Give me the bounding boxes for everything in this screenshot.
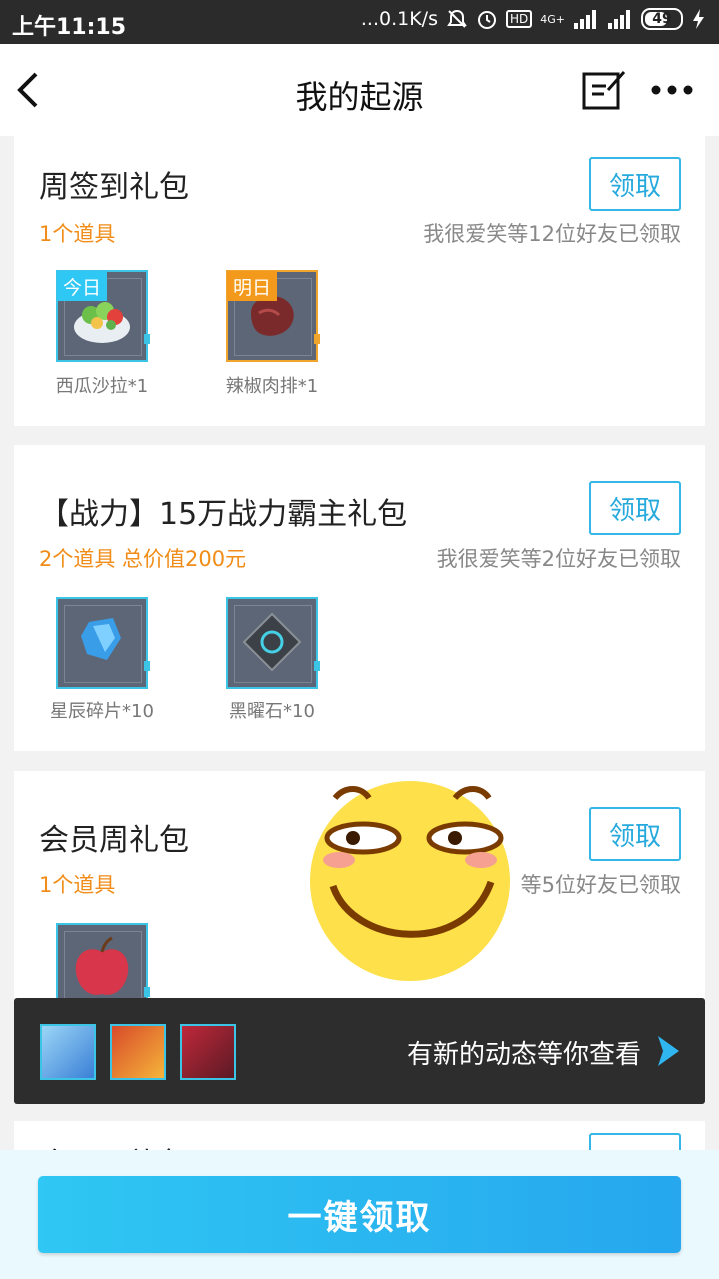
status-time: 上午11:15 <box>12 15 127 40</box>
item-marker <box>314 334 320 344</box>
gift-pack-item-count: 1个道具 <box>39 222 116 246</box>
gift-item-star-shard[interactable] <box>56 597 150 689</box>
mute-bell-icon <box>447 9 467 28</box>
status-icons: ...0.1K/s HD 4G+ 49 <box>361 8 707 30</box>
gift-pack-card-power: 【战力】15万战力霸主礼包 领取 2个道具 总价值200元 我很爱笑等2位好友已… <box>14 445 705 751</box>
signal-icon-2 <box>608 10 630 29</box>
game-icon-2[interactable] <box>110 1024 166 1080</box>
gift-item-obsidian[interactable] <box>226 597 320 689</box>
item-tag-tomorrow: 明日 <box>227 271 278 301</box>
star-shard-icon <box>81 618 121 660</box>
gift-item-label: 黑曜石*10 <box>229 701 315 722</box>
gift-item-watermelon-salad[interactable]: 今日 <box>56 270 150 362</box>
item-marker <box>314 661 320 671</box>
chevron-right-icon <box>658 1036 679 1066</box>
gift-pack-title: 周签到礼包 <box>39 170 189 205</box>
gift-pack-title: 【战力】15万战力霸主礼包 <box>39 497 408 532</box>
gift-pack-item-count: 1个道具 <box>39 873 116 897</box>
activity-banner-text: 有新的动态等你查看 <box>406 1040 641 1070</box>
gift-pack-card-weekly-signin: 周签到礼包 领取 1个道具 我很爱笑等12位好友已领取 今日 西瓜沙拉*1 明日… <box>14 136 705 426</box>
one-key-claim-button[interactable]: 一键领取 <box>38 1176 681 1253</box>
app-bar: 我的起源 <box>0 44 719 136</box>
battery-level: 49 <box>652 11 672 27</box>
claim-button[interactable]: 领取 <box>589 807 681 861</box>
friends-claimed-text: 我很爱笑等2位好友已领取 <box>436 547 681 571</box>
signal-icon <box>574 10 596 29</box>
smirk-emoji-icon <box>310 781 510 981</box>
gift-pack-item-count: 2个道具 总价值200元 <box>39 547 247 571</box>
friends-claimed-text: 我很爱笑等12位好友已领取 <box>423 222 681 246</box>
hd-badge: HD <box>505 10 533 28</box>
game-icon-3[interactable] <box>180 1024 236 1080</box>
item-marker <box>144 334 150 344</box>
more-options-icon[interactable] <box>648 72 696 108</box>
edit-post-icon[interactable] <box>580 68 626 114</box>
claim-button[interactable]: 领取 <box>589 481 681 535</box>
charging-icon <box>693 9 704 29</box>
item-marker <box>144 661 150 671</box>
gift-item-label: 星辰碎片*10 <box>50 701 154 722</box>
status-bar: 上午11:15 ...0.1K/s HD 4G+ 49 <box>0 0 719 44</box>
item-tag-today: 今日 <box>57 271 108 301</box>
game-icon-1[interactable] <box>40 1024 96 1080</box>
obsidian-icon <box>242 612 302 672</box>
claim-button[interactable]: 领取 <box>589 157 681 211</box>
battery-icon: 49 <box>641 8 683 30</box>
gift-item-spicy-steak[interactable]: 明日 <box>226 270 320 362</box>
network-speed: ...0.1K/s <box>360 8 438 30</box>
item-marker <box>144 987 150 997</box>
alarm-icon <box>477 11 496 29</box>
gift-pack-title: 会员周礼包 <box>39 823 189 858</box>
friends-claimed-text: 等5位好友已领取 <box>520 873 681 897</box>
network-type: 4G+ <box>540 12 565 26</box>
activity-banner[interactable]: 有新的动态等你查看 <box>14 998 705 1104</box>
gift-item-label: 辣椒肉排*1 <box>225 376 319 397</box>
gift-item-label: 西瓜沙拉*1 <box>55 376 149 397</box>
